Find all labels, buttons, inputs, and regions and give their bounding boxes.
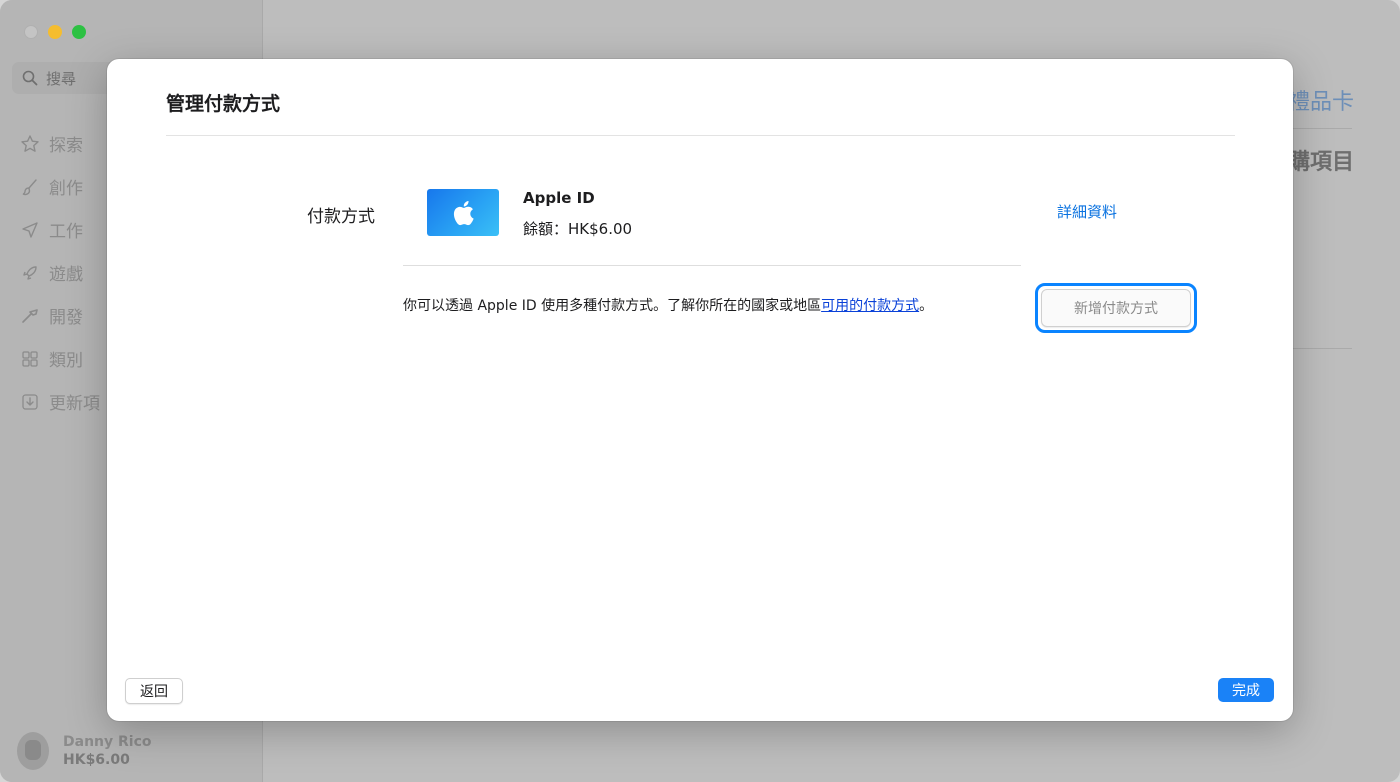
divider — [1288, 348, 1352, 349]
account-area[interactable]: Danny Rico HK$6.00 — [0, 720, 262, 782]
payment-method-balance: 餘額：HK$6.00 — [523, 220, 633, 238]
details-link[interactable]: 詳細資料 — [1057, 201, 1117, 222]
add-payment-focus-ring: 新增付款方式 — [1035, 283, 1197, 333]
manage-payment-dialog: 管理付款方式 付款方式 Apple ID 餘額：HK$6.00 詳細資料 你可以… — [107, 59, 1293, 721]
divider — [1288, 128, 1352, 129]
account-name: Danny Rico — [63, 734, 152, 750]
sidebar-item-discover[interactable]: 探索 — [20, 122, 100, 165]
sidebar-item-label: 更新項 — [49, 394, 100, 414]
sidebar-item-categories[interactable]: 類別 — [20, 337, 100, 380]
done-button[interactable]: 完成 — [1218, 678, 1274, 702]
back-button[interactable]: 返回 — [125, 678, 183, 704]
minimize-window-button[interactable] — [48, 25, 62, 39]
dialog-title: 管理付款方式 — [166, 93, 281, 115]
paper-plane-icon — [20, 220, 40, 240]
payment-info-suffix: 。 — [919, 298, 934, 314]
sidebar-nav: 探索 創作 工作 遊戲 開發 類別 更新項 — [20, 122, 100, 423]
grid-icon — [20, 349, 40, 369]
sidebar-item-create[interactable]: 創作 — [20, 165, 100, 208]
sidebar-item-label: 探索 — [49, 136, 83, 156]
sidebar-item-updates[interactable]: 更新項 — [20, 380, 100, 423]
account-balance: HK$6.00 — [63, 752, 130, 768]
sidebar-item-develop[interactable]: 開發 — [20, 294, 100, 337]
download-icon — [20, 392, 40, 412]
row-divider — [403, 265, 1021, 266]
zoom-window-button[interactable] — [72, 25, 86, 39]
apple-logo-icon — [453, 200, 474, 225]
app-window: 搜尋 探索 創作 工作 遊戲 開發 類別 更新項 Danny Rico HK$6… — [0, 0, 1400, 782]
rocket-icon — [20, 263, 40, 283]
payment-method-label: 付款方式 — [307, 207, 375, 227]
brush-icon — [20, 177, 40, 197]
add-payment-method-button[interactable]: 新增付款方式 — [1041, 289, 1191, 327]
sidebar-item-label: 開發 — [49, 308, 83, 328]
avatar — [17, 732, 49, 770]
payment-info-body: 你可以透過 Apple ID 使用多種付款方式。了解你所在的國家或地區 — [403, 298, 822, 314]
payment-info-text: 你可以透過 Apple ID 使用多種付款方式。了解你所在的國家或地區可用的付款… — [403, 295, 933, 315]
sidebar-item-label: 遊戲 — [49, 265, 83, 285]
sidebar-item-work[interactable]: 工作 — [20, 208, 100, 251]
sidebar-item-label: 工作 — [49, 222, 83, 242]
close-window-button[interactable] — [24, 25, 38, 39]
sidebar-item-label: 創作 — [49, 179, 83, 199]
search-icon — [22, 70, 38, 86]
window-controls — [24, 25, 86, 39]
available-payment-methods-link[interactable]: 可用的付款方式 — [821, 298, 919, 314]
hammer-icon — [20, 306, 40, 326]
sidebar-item-play[interactable]: 遊戲 — [20, 251, 100, 294]
sidebar-item-label: 類別 — [49, 351, 83, 371]
star-icon — [20, 134, 40, 154]
gift-card-link[interactable]: 禮品卡 — [1288, 84, 1354, 116]
dialog-divider — [166, 135, 1235, 136]
search-placeholder: 搜尋 — [46, 69, 77, 88]
apple-id-card-image — [427, 189, 499, 236]
payment-method-name: Apple ID — [523, 189, 595, 207]
purchases-heading: 購項目 — [1288, 150, 1355, 175]
